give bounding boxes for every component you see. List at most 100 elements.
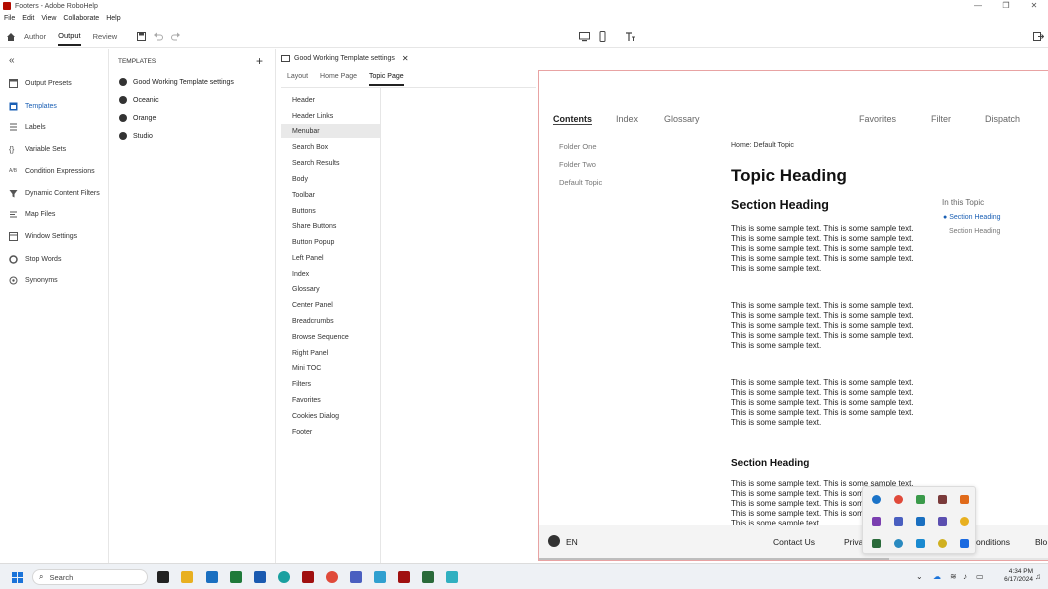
shield-icon[interactable] bbox=[960, 495, 969, 504]
tab-output[interactable]: Output bbox=[58, 27, 81, 46]
collapse-panel-icon[interactable]: « bbox=[9, 55, 15, 66]
setting-item[interactable]: Center Panel bbox=[281, 298, 380, 312]
setting-item[interactable]: Favorites bbox=[281, 393, 380, 407]
edge-icon[interactable] bbox=[872, 495, 881, 504]
setting-item[interactable]: Search Box bbox=[281, 140, 380, 154]
nav-stop-words[interactable]: Stop Words bbox=[0, 250, 108, 268]
onenote-icon[interactable] bbox=[872, 517, 881, 526]
menu-collaborate[interactable]: Collaborate bbox=[63, 15, 99, 22]
setting-item[interactable]: Index bbox=[281, 267, 380, 281]
setting-item[interactable]: Mini TOC bbox=[281, 361, 380, 375]
mini-toc-item[interactable]: Section Heading bbox=[949, 228, 1000, 235]
tab-author[interactable]: Author bbox=[24, 28, 46, 45]
undo-icon[interactable] bbox=[153, 31, 164, 42]
menu-view[interactable]: View bbox=[41, 15, 56, 22]
robohelp-icon[interactable] bbox=[302, 571, 314, 583]
outlook-icon[interactable] bbox=[206, 571, 218, 583]
minimize-button[interactable]: — bbox=[964, 0, 992, 12]
toc-item[interactable]: Folder Two bbox=[559, 160, 596, 169]
toc-item[interactable]: Default Topic bbox=[559, 178, 602, 187]
setting-item[interactable]: Browse Sequence bbox=[281, 330, 380, 344]
nav-synonyms[interactable]: Synonyms bbox=[0, 271, 108, 289]
windows-start-icon[interactable] bbox=[12, 572, 23, 583]
robohelp-icon[interactable] bbox=[398, 571, 410, 583]
setting-item[interactable]: Glossary bbox=[281, 282, 380, 296]
restore-button[interactable]: ❐ bbox=[992, 0, 1020, 12]
setting-item[interactable]: Cookies Dialog bbox=[281, 409, 380, 423]
setting-item-selected[interactable]: Menubar bbox=[281, 124, 380, 138]
tab-review[interactable]: Review bbox=[93, 28, 118, 45]
font-size-icon[interactable] bbox=[625, 31, 636, 42]
template-item[interactable]: Oceanic bbox=[119, 93, 159, 107]
onedrive-icon[interactable]: ☁ bbox=[933, 572, 941, 581]
setting-item[interactable]: Header bbox=[281, 93, 380, 107]
scrollbar-thumb[interactable] bbox=[539, 558, 889, 560]
nav-variable-sets[interactable]: {} Variable Sets bbox=[0, 140, 108, 158]
setting-item[interactable]: Share Buttons bbox=[281, 219, 380, 233]
preview-tab-favorites[interactable]: Favorites bbox=[859, 114, 896, 124]
breadcrumb[interactable]: Home: Default Topic bbox=[731, 142, 794, 149]
settings-document-tab[interactable]: Good Working Template settings ✕ bbox=[281, 54, 409, 63]
setting-item[interactable]: Filters bbox=[281, 377, 380, 391]
teams-icon[interactable] bbox=[350, 571, 362, 583]
footer-link[interactable]: onditions bbox=[976, 537, 1010, 547]
preview-tab-contents[interactable]: Contents bbox=[553, 114, 592, 125]
nav-labels[interactable]: Labels bbox=[0, 118, 108, 136]
app-icon[interactable] bbox=[872, 539, 881, 548]
setting-item[interactable]: Footer bbox=[281, 425, 380, 439]
setting-item[interactable]: Button Popup bbox=[281, 235, 380, 249]
subtab-layout[interactable]: Layout bbox=[287, 73, 308, 86]
system-clock[interactable]: 4:34 PM 6/17/2024 bbox=[1003, 568, 1033, 584]
exit-icon[interactable] bbox=[1033, 31, 1044, 42]
setting-item[interactable]: Toolbar bbox=[281, 188, 380, 202]
desktop-preview-icon[interactable] bbox=[579, 31, 590, 42]
notification-bell-icon[interactable]: ♫ bbox=[1035, 572, 1041, 581]
template-item[interactable]: Studio bbox=[119, 129, 153, 143]
chrome-icon[interactable] bbox=[894, 495, 903, 504]
setting-item[interactable]: Breadcrumbs bbox=[281, 314, 380, 328]
chrome-icon[interactable] bbox=[326, 571, 338, 583]
subtab-home-page[interactable]: Home Page bbox=[320, 73, 357, 86]
toc-item[interactable]: Folder One bbox=[559, 142, 597, 151]
preview-tab-filter[interactable]: Filter bbox=[931, 114, 951, 124]
app-icon[interactable] bbox=[916, 539, 925, 548]
footer-link[interactable]: Priva bbox=[844, 537, 863, 547]
home-icon[interactable] bbox=[6, 32, 16, 42]
setting-item[interactable]: Body bbox=[281, 172, 380, 186]
word-icon[interactable] bbox=[254, 571, 266, 583]
nav-window-settings[interactable]: Window Settings bbox=[0, 227, 108, 245]
setting-item[interactable]: Search Results bbox=[281, 156, 380, 170]
menu-file[interactable]: File bbox=[4, 15, 15, 22]
teams-icon[interactable] bbox=[894, 517, 903, 526]
volume-icon[interactable]: ♪ bbox=[963, 572, 967, 581]
footer-link[interactable]: Contact Us bbox=[773, 537, 815, 547]
close-window-button[interactable]: ✕ bbox=[1020, 0, 1048, 12]
setting-item[interactable]: Right Panel bbox=[281, 346, 380, 360]
app-icon[interactable] bbox=[960, 517, 969, 526]
app-icon[interactable] bbox=[938, 539, 947, 548]
nav-output-presets[interactable]: Output Presets bbox=[0, 74, 108, 92]
footer-link[interactable]: Blo bbox=[1035, 537, 1047, 547]
setting-item[interactable]: Left Panel bbox=[281, 251, 380, 265]
setting-item[interactable]: Header Links bbox=[281, 109, 380, 123]
outlook-icon[interactable] bbox=[916, 517, 925, 526]
teams-alt-icon[interactable] bbox=[938, 517, 947, 526]
app-icon[interactable] bbox=[422, 571, 434, 583]
preview-tab-index[interactable]: Index bbox=[616, 114, 638, 124]
nav-map-files[interactable]: Map Files bbox=[0, 205, 108, 223]
menu-edit[interactable]: Edit bbox=[22, 15, 34, 22]
file-explorer-icon[interactable] bbox=[181, 571, 193, 583]
task-view-icon[interactable] bbox=[157, 571, 169, 583]
nav-templates[interactable]: Templates bbox=[0, 97, 108, 115]
menu-help[interactable]: Help bbox=[106, 15, 120, 22]
language-selector[interactable]: EN bbox=[566, 537, 578, 547]
battery-icon[interactable]: ▭ bbox=[976, 572, 984, 581]
redo-icon[interactable] bbox=[170, 31, 181, 42]
add-template-button[interactable]: + bbox=[256, 54, 263, 68]
defender-icon[interactable] bbox=[916, 495, 925, 504]
mobile-preview-icon[interactable] bbox=[597, 31, 608, 42]
app-icon[interactable] bbox=[938, 495, 947, 504]
close-tab-icon[interactable]: ✕ bbox=[402, 54, 409, 63]
template-item[interactable]: Good Working Template settings bbox=[119, 75, 234, 89]
wifi-icon[interactable]: ≋ bbox=[950, 572, 957, 581]
